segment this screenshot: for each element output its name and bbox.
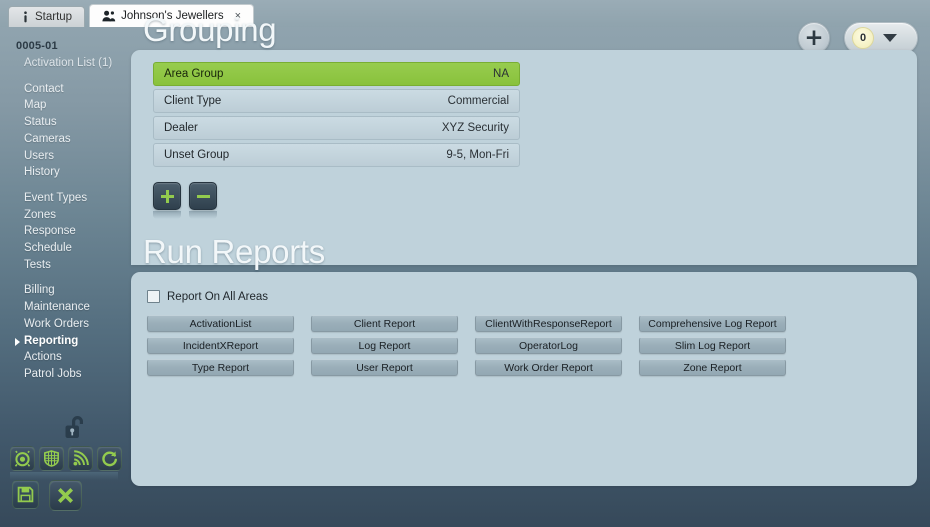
sidebar-group: Event Types Zones Response Schedule Test… — [16, 190, 128, 274]
contacts-icon — [102, 10, 116, 22]
sidebar-item-event-types[interactable]: Event Types — [16, 190, 128, 207]
group-name: Area Group — [164, 68, 224, 80]
grouping-actions — [131, 170, 917, 219]
tab-startup[interactable]: Startup — [8, 6, 86, 27]
report-all-areas-row: Report On All Areas — [131, 272, 917, 303]
report-button-comprehensive-log-report[interactable]: Comprehensive Log Report — [639, 315, 786, 332]
sidebar-item-actions[interactable]: Actions — [16, 349, 128, 366]
report-buttons-grid: ActivationList Client Report ClientWithR… — [147, 303, 917, 376]
info-icon — [21, 11, 30, 23]
report-button-log-report[interactable]: Log Report — [311, 337, 458, 354]
refresh-icon[interactable] — [97, 446, 122, 471]
report-button-activationlist[interactable]: ActivationList — [147, 315, 294, 332]
group-name: Dealer — [164, 122, 198, 134]
table-row[interactable]: Unset Group 9-5, Mon-Fri — [153, 143, 520, 167]
sidebar-item-patrol-jobs[interactable]: Patrol Jobs — [16, 366, 128, 383]
group-name: Client Type — [164, 95, 222, 107]
toolbar-reflection — [10, 472, 118, 480]
report-button-incidentxreport[interactable]: IncidentXReport — [147, 337, 294, 354]
notification-count-badge: 0 — [852, 27, 874, 49]
sidebar-item-activation-list[interactable]: Activation List (1) — [16, 55, 128, 72]
account-number: 0005-01 — [16, 40, 58, 52]
alarm-clock-icon[interactable] — [10, 446, 35, 471]
report-button-user-report[interactable]: User Report — [311, 359, 458, 376]
grouping-title: Grouping — [143, 11, 277, 48]
run-reports-title: Run Reports — [143, 233, 325, 270]
table-row[interactable]: Client Type Commercial — [153, 89, 520, 113]
group-value: XYZ Security — [441, 122, 509, 134]
report-on-all-areas-label: Report On All Areas — [167, 290, 268, 303]
report-button-work-order-report[interactable]: Work Order Report — [475, 359, 622, 376]
sidebar-group: Contact Map Status Cameras Users History — [16, 81, 128, 181]
button-reflection — [189, 211, 217, 219]
report-button-operatorlog[interactable]: OperatorLog — [475, 337, 622, 354]
group-name: Unset Group — [164, 149, 230, 161]
signal-icon[interactable] — [68, 446, 93, 471]
add-group-button[interactable] — [153, 182, 181, 210]
grid-shield-icon[interactable] — [39, 446, 64, 471]
toolbar-action-row — [12, 480, 82, 511]
sidebar-item-response[interactable]: Response — [16, 223, 128, 240]
grouping-table: Area Group NA Client Type Commercial Dea… — [131, 50, 917, 167]
report-button-zone-report[interactable]: Zone Report — [639, 359, 786, 376]
sidebar-item-tests[interactable]: Tests — [16, 257, 128, 274]
plus-icon: + — [804, 24, 824, 51]
button-reflection — [153, 211, 181, 219]
report-button-slim-log-report[interactable]: Slim Log Report — [639, 337, 786, 354]
report-button-type-report[interactable]: Type Report — [147, 359, 294, 376]
report-button-clientwithresponsereport[interactable]: ClientWithResponseReport — [475, 315, 622, 332]
group-value: NA — [493, 68, 509, 80]
remove-group-button[interactable] — [189, 182, 217, 210]
cancel-icon[interactable] — [49, 480, 82, 511]
sidebar-group: Activation List (1) — [16, 55, 128, 72]
sidebar-item-reporting[interactable]: Reporting — [15, 333, 128, 350]
table-row[interactable]: Area Group NA — [153, 62, 520, 86]
sidebar-item-maintenance[interactable]: Maintenance — [16, 299, 128, 316]
run-reports-panel: Run Reports Report On All Areas Activati… — [131, 233, 917, 486]
sidebar-item-schedule[interactable]: Schedule — [16, 240, 128, 257]
sidebar-item-zones[interactable]: Zones — [16, 207, 128, 224]
group-value: 9-5, Mon-Fri — [446, 149, 509, 161]
chevron-down-icon — [883, 34, 897, 42]
sidebar-item-work-orders[interactable]: Work Orders — [16, 316, 128, 333]
group-value: Commercial — [447, 95, 509, 107]
sidebar-item-cameras[interactable]: Cameras — [16, 131, 128, 148]
sidebar-item-status[interactable]: Status — [16, 114, 128, 131]
report-button-client-report[interactable]: Client Report — [311, 315, 458, 332]
sidebar-item-billing[interactable]: Billing — [16, 282, 128, 299]
toolbar-icon-row — [10, 446, 122, 471]
plus-icon — [160, 189, 175, 204]
sidebar-item-users[interactable]: Users — [16, 148, 128, 165]
report-on-all-areas-checkbox[interactable] — [147, 290, 160, 303]
sidebar-item-contact[interactable]: Contact — [16, 81, 128, 98]
minus-icon — [196, 189, 211, 204]
sidebar-item-history[interactable]: History — [16, 164, 128, 181]
tab-startup-label: Startup — [35, 11, 73, 23]
sidebar: 0005-01 Activation List (1) Contact Map … — [0, 40, 128, 392]
unlock-icon[interactable] — [63, 413, 89, 448]
save-icon[interactable] — [12, 480, 39, 509]
sidebar-group: Billing Maintenance Work Orders Reportin… — [15, 282, 128, 383]
table-row[interactable]: Dealer XYZ Security — [153, 116, 520, 140]
sidebar-item-map[interactable]: Map — [16, 97, 128, 114]
